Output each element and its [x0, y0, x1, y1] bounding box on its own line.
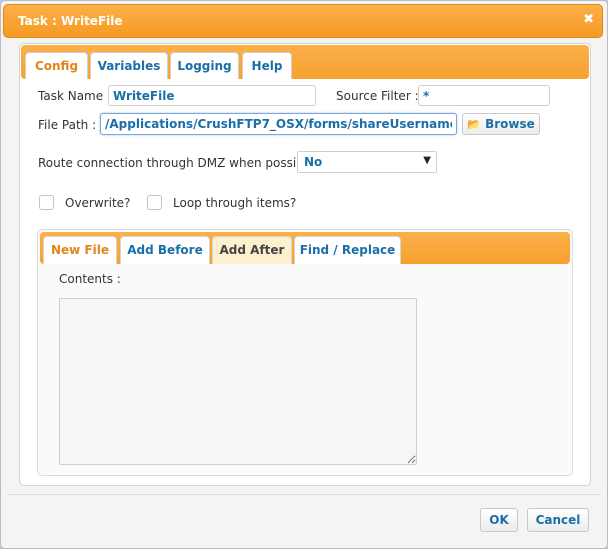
browse-button[interactable]: 📂 Browse: [462, 113, 540, 135]
tab-new-file[interactable]: New File: [43, 236, 117, 264]
close-icon[interactable]: ✖: [583, 12, 594, 27]
tab-help[interactable]: Help: [242, 52, 292, 79]
task-dialog: Task : WriteFile ✖ Config Variables Logg…: [0, 0, 608, 549]
contents-textarea[interactable]: [59, 298, 417, 465]
footer-divider: [7, 494, 601, 495]
route-dmz-value: No: [304, 155, 323, 169]
source-filter-label: Source Filter :: [336, 89, 419, 103]
tab-add-before[interactable]: Add Before: [120, 236, 210, 264]
loop-items-checkbox[interactable]: [147, 195, 162, 210]
loop-items-label: Loop through items?: [173, 196, 297, 210]
title-bar[interactable]: Task : WriteFile ✖: [3, 4, 603, 38]
tab-variables[interactable]: Variables: [90, 52, 168, 79]
tab-add-after[interactable]: Add After: [212, 236, 292, 264]
browse-label: Browse: [485, 117, 535, 131]
task-name-input[interactable]: [108, 85, 316, 106]
route-dmz-select[interactable]: No ▼: [297, 151, 437, 173]
chevron-down-icon: ▼: [423, 155, 431, 166]
tab-bar: Config Variables Logging Help: [21, 45, 589, 79]
sub-tab-bar: New File Add Before Add After Find / Rep…: [40, 232, 570, 264]
main-panel: Config Variables Logging Help Task Name …: [19, 43, 591, 486]
tab-config[interactable]: Config: [25, 52, 88, 79]
dialog-title: Task : WriteFile: [18, 14, 123, 28]
tab-logging[interactable]: Logging: [170, 52, 239, 79]
contents-label: Contents :: [59, 272, 121, 286]
contents-panel: New File Add Before Add After Find / Rep…: [37, 229, 573, 476]
route-dmz-label: Route connection through DMZ when possib…: [38, 156, 323, 170]
folder-open-icon: 📂: [467, 118, 481, 131]
ok-button[interactable]: OK: [480, 508, 518, 532]
file-path-label: File Path :: [38, 118, 97, 132]
source-filter-input[interactable]: [418, 85, 550, 106]
overwrite-label: Overwrite?: [65, 196, 131, 210]
tab-find-replace[interactable]: Find / Replace: [294, 236, 401, 264]
cancel-button[interactable]: Cancel: [527, 508, 589, 532]
file-path-input[interactable]: [100, 113, 457, 135]
task-name-label: Task Name :: [38, 89, 111, 103]
overwrite-checkbox[interactable]: [39, 195, 54, 210]
